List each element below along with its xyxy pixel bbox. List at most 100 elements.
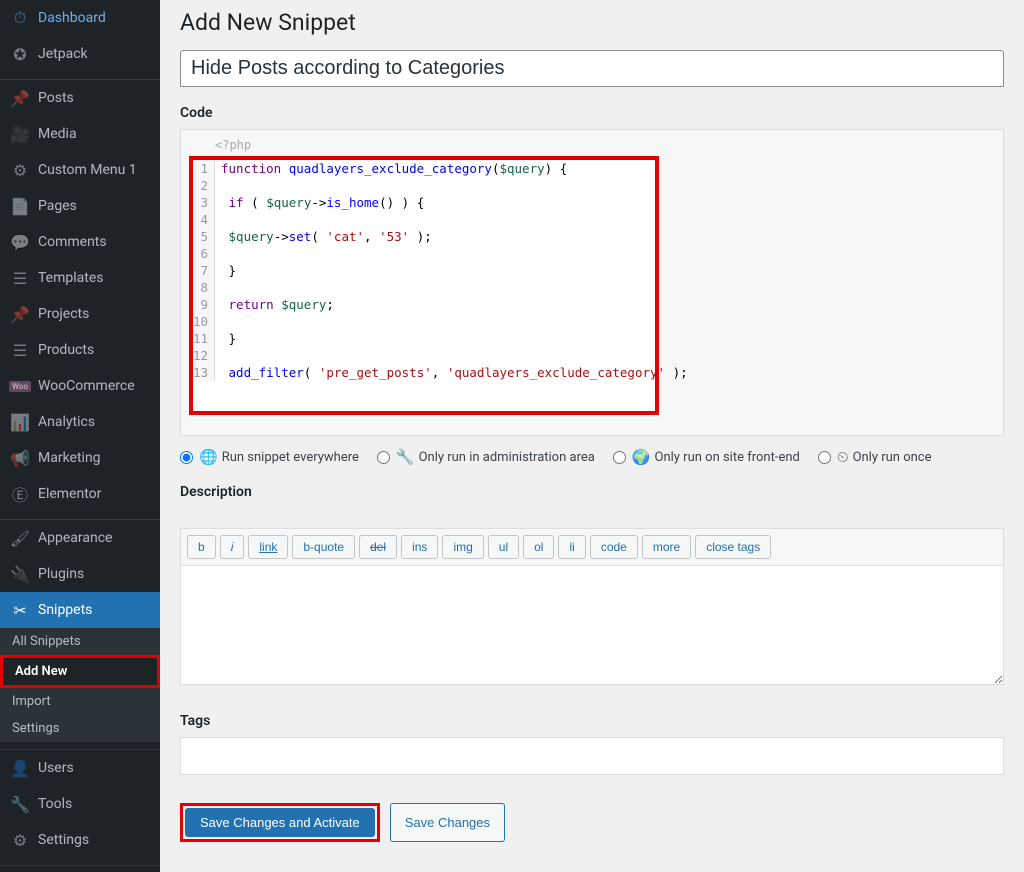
code-line: 11 } (193, 330, 655, 347)
tools-icon: 🔧 (10, 794, 30, 814)
sidebar-item-label: Marketing (38, 450, 101, 466)
submenu-item-add-new[interactable]: Add New (0, 655, 160, 688)
sidebar-item-plugins[interactable]: 🔌Plugins (0, 556, 160, 592)
snippet-title-input[interactable] (180, 50, 1004, 87)
scope-icon: 🌐 (199, 448, 218, 466)
qt-ins-button[interactable]: ins (401, 535, 438, 559)
qt-close-tags-button[interactable]: close tags (695, 535, 771, 559)
sidebar-item-media[interactable]: 🎥Media (0, 116, 160, 152)
scope-option-2[interactable]: 🌍Only run on site front-end (613, 448, 800, 466)
sidebar-item-elementor[interactable]: Ⓔ Elementor (0, 476, 160, 512)
sidebar-item-comments[interactable]: 💬 Comments (0, 224, 160, 260)
snippets-icon: ✂ (10, 600, 30, 620)
qt-b-quote-button[interactable]: b-quote (292, 535, 355, 559)
sidebar-item-label: Products (38, 342, 94, 358)
comments-icon: 💬 (10, 232, 30, 252)
submenu-item-all-snippets[interactable]: All Snippets (0, 628, 160, 655)
sidebar-item-woocommerce[interactable]: Woo WooCommerce (0, 368, 160, 404)
sidebar-item-label: Comments (38, 234, 107, 250)
sidebar-item-label: Pages (38, 198, 77, 214)
tags-input[interactable] (180, 737, 1004, 775)
sidebar-item-settings[interactable]: ⚙ Settings (0, 822, 160, 858)
sidebar-item-label: Elementor (38, 486, 101, 502)
sidebar-item-label: Tools (38, 796, 72, 812)
sidebar-item-products[interactable]: ☰ Products (0, 332, 160, 368)
woocommerce-icon: Woo (10, 376, 30, 396)
sidebar-item-users[interactable]: 👤Users (0, 750, 160, 786)
qt-b-button[interactable]: b (187, 535, 216, 559)
sidebar-item-analytics[interactable]: 📊Analytics (0, 404, 160, 440)
qt-ol-button[interactable]: ol (523, 535, 554, 559)
sidebar-item-tools[interactable]: 🔧 Tools (0, 786, 160, 822)
highlight-frame: Save Changes and Activate (180, 803, 380, 842)
code-line: 3 if ( $query->is_home() ) { (193, 194, 655, 211)
code-line: 9 return $query; (193, 296, 655, 313)
qt-ul-button[interactable]: ul (488, 535, 519, 559)
sidebar-item-templates[interactable]: ☰Templates (0, 260, 160, 296)
code-editor[interactable]: <?php 1function quadlayers_exclude_categ… (180, 129, 1004, 436)
scope-radio[interactable] (818, 451, 831, 464)
tags-label: Tags (180, 713, 1004, 729)
code-line: 13 add_filter( 'pre_get_posts', 'quadlay… (193, 364, 655, 381)
qt-img-button[interactable]: img (442, 535, 483, 559)
qt-del-button[interactable]: del (359, 535, 397, 559)
scope-option-1[interactable]: 🔧Only run in administration area (377, 448, 595, 466)
sidebar-item-marketing[interactable]: 📢Marketing (0, 440, 160, 476)
php-open-tag: <?php (181, 138, 1003, 156)
submenu-item-import[interactable]: Import (0, 688, 160, 715)
description-textarea[interactable] (180, 565, 1004, 685)
pages-icon: 📄 (10, 196, 30, 216)
page-title: Add New Snippet (180, 9, 1004, 36)
qt-link-button[interactable]: link (248, 535, 288, 559)
sidebar-item-label: WooCommerce (38, 378, 135, 394)
qt-code-button[interactable]: code (590, 535, 638, 559)
code-frame: 1function quadlayers_exclude_category($q… (189, 156, 659, 415)
sidebar-item-label: Dashboard (38, 10, 106, 26)
code-line: 2 (193, 177, 655, 194)
submenu-item-settings[interactable]: Settings (0, 715, 160, 742)
save-button[interactable]: Save Changes (390, 803, 505, 842)
save-activate-button[interactable]: Save Changes and Activate (185, 808, 375, 837)
scope-icon: ⏲ (837, 448, 849, 466)
sidebar-item-label: Jetpack (38, 46, 88, 62)
sidebar-item-posts[interactable]: 📌Posts (0, 80, 160, 116)
scope-radio[interactable] (180, 451, 193, 464)
settings-icon: ⚙ (10, 830, 30, 850)
description-label: Description (180, 484, 1004, 500)
dashboard-icon: ⏱ (10, 8, 30, 28)
sidebar-item-snippets[interactable]: ✂Snippets (0, 592, 160, 628)
sidebar-item-jetpack[interactable]: ✪ Jetpack (0, 36, 160, 72)
sidebar-item-projects[interactable]: 📌 Projects (0, 296, 160, 332)
sidebar-item-label: Appearance (38, 530, 112, 546)
media-icon: 🎥 (10, 124, 30, 144)
projects-icon: 📌 (10, 304, 30, 324)
sidebar-item-label: Analytics (38, 414, 95, 430)
code-line: 1function quadlayers_exclude_category($q… (193, 160, 655, 177)
scope-option-0[interactable]: 🌐 Run snippet everywhere (180, 448, 359, 466)
scope-label: Run snippet everywhere (222, 450, 359, 465)
sidebar-item-label: Posts (38, 90, 74, 106)
scope-icon: 🌍 (632, 448, 651, 466)
sidebar-item-dashboard[interactable]: ⏱ Dashboard (0, 0, 160, 36)
sidebar-item-pages[interactable]: 📄 Pages (0, 188, 160, 224)
scope-option-3[interactable]: ⏲Only run once (818, 448, 932, 466)
qt-more-button[interactable]: more (642, 535, 691, 559)
submit-row: Save Changes and Activate Save Changes (180, 803, 1004, 842)
sidebar-item-label: Custom Menu 1 (38, 162, 137, 178)
sidebar-item-label: Users (38, 760, 74, 776)
jetpack-icon: ✪ (10, 44, 30, 64)
qt-i-button[interactable]: i (220, 535, 245, 559)
sidebar-item-appearance[interactable]: 🖌Appearance (0, 520, 160, 556)
sidebar-item-label: Projects (38, 306, 89, 322)
sidebar-item-label: Templates (38, 270, 104, 286)
qt-li-button[interactable]: li (558, 535, 585, 559)
scope-radio[interactable] (377, 451, 390, 464)
sidebar-item-label: Settings (38, 832, 89, 848)
elementor-icon: Ⓔ (10, 484, 30, 504)
sidebar-item-custom-menu-1[interactable]: ⚙Custom Menu 1 (0, 152, 160, 188)
scope-radio[interactable] (613, 451, 626, 464)
plugins-icon: 🔌 (10, 564, 30, 584)
code-line: 8 (193, 279, 655, 296)
products-icon: ☰ (10, 340, 30, 360)
sidebar-item-divi[interactable]: ⒹDivi (0, 866, 160, 872)
